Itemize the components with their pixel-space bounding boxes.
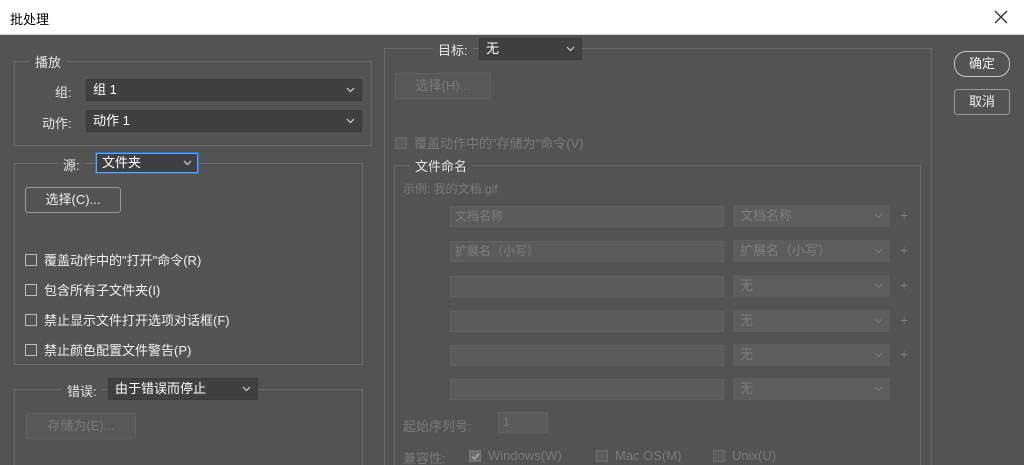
checkbox-label: Windows(W) <box>488 448 562 463</box>
chevron-down-icon <box>874 379 884 399</box>
naming-select-value: 无 <box>740 313 754 328</box>
plus-icon[interactable]: + <box>900 277 908 293</box>
source-label: 源: <box>58 155 85 174</box>
naming-field-5[interactable] <box>450 345 724 366</box>
errors-save-as-button[interactable]: 存储为(E)... <box>26 413 136 439</box>
naming-select-value: 文档名称 <box>740 208 793 223</box>
naming-select-3[interactable]: 无 <box>733 275 890 297</box>
checkbox-label: 覆盖动作中的"打开"命令(R) <box>44 253 202 268</box>
naming-select-6[interactable]: 无 <box>733 378 890 400</box>
chevron-down-icon <box>566 39 576 59</box>
plus-icon[interactable]: + <box>900 346 908 362</box>
override-save-checkbox[interactable]: 覆盖动作中的"存储为"命令(V) <box>395 133 584 152</box>
chevron-down-icon <box>874 241 884 261</box>
checkbox-box[interactable] <box>713 449 725 462</box>
action-select[interactable]: 动作 1 <box>86 110 362 132</box>
serial-input[interactable]: 1 <box>498 412 548 433</box>
file-naming-legend: 文件命名 <box>410 156 473 175</box>
checkbox-label: 包含所有子文件夹(I) <box>44 283 161 298</box>
checkbox-label: 覆盖动作中的"存储为"命令(V) <box>414 136 584 151</box>
serial-label: 起始序列号: <box>403 419 472 434</box>
errors-label: 错误: <box>62 381 102 400</box>
naming-field-2[interactable]: 扩展名（小写） <box>450 241 724 262</box>
naming-select-value: 无 <box>740 381 754 396</box>
override-open-checkbox[interactable]: 覆盖动作中的"打开"命令(R) <box>25 250 201 269</box>
plus-icon[interactable]: + <box>900 207 908 223</box>
chevron-down-icon <box>242 379 252 399</box>
checkmark-icon <box>471 452 480 460</box>
checkbox-box[interactable] <box>25 283 37 296</box>
compat-macos-checkbox[interactable]: Mac OS(M) <box>596 448 681 463</box>
close-icon[interactable] <box>988 4 1014 30</box>
errors-select-value: 由于错误而停止 <box>115 381 207 396</box>
checkbox-label: 禁止颜色配置文件警告(P) <box>44 343 192 358</box>
destination-label: 目标: <box>433 40 473 59</box>
naming-select-4[interactable]: 无 <box>733 310 890 332</box>
chevron-down-icon <box>346 111 356 131</box>
chevron-down-icon <box>874 345 884 365</box>
checkbox-label: 禁止显示文件打开选项对话框(F) <box>44 313 230 328</box>
window-title: 批处理 <box>10 12 50 27</box>
title-bar: 批处理 <box>0 0 1024 35</box>
destination-select-value: 无 <box>486 41 500 56</box>
chevron-down-icon <box>874 206 884 226</box>
checkbox-label: Unix(U) <box>732 448 777 463</box>
naming-example: 示例: 我的文档.gif <box>403 182 498 196</box>
naming-field-6[interactable] <box>450 379 724 400</box>
group-select[interactable]: 组 1 <box>86 79 362 101</box>
naming-select-1[interactable]: 文档名称 <box>733 205 890 227</box>
play-group <box>14 61 372 146</box>
checkbox-label: Mac OS(M) <box>615 448 682 463</box>
naming-select-value: 扩展名（小写） <box>740 243 832 258</box>
destination-choose-button[interactable]: 选择(H)... <box>395 73 491 99</box>
errors-select[interactable]: 由于错误而停止 <box>108 378 258 400</box>
action-select-value: 动作 1 <box>93 113 130 128</box>
checkbox-box[interactable] <box>596 449 608 462</box>
compat-windows-checkbox[interactable]: Windows(W) <box>469 448 562 463</box>
naming-select-value: 无 <box>740 278 754 293</box>
source-select[interactable]: 文件夹 <box>95 152 199 174</box>
checkbox-box[interactable] <box>395 136 407 149</box>
checkbox-box[interactable] <box>469 449 481 462</box>
chevron-down-icon <box>874 276 884 296</box>
cancel-button[interactable]: 取消 <box>954 89 1010 115</box>
group-label: 组: <box>55 85 72 100</box>
destination-select[interactable]: 无 <box>479 38 582 60</box>
source-select-value: 文件夹 <box>102 155 142 170</box>
naming-field-1[interactable]: 文档名称 <box>450 206 724 227</box>
compat-label: 兼容性: <box>403 451 446 465</box>
plus-icon[interactable]: + <box>900 312 908 328</box>
group-select-value: 组 1 <box>93 82 117 97</box>
checkbox-box[interactable] <box>25 313 37 326</box>
action-label: 动作: <box>42 116 72 131</box>
plus-icon[interactable]: + <box>900 242 908 258</box>
chevron-down-icon <box>874 311 884 331</box>
naming-select-5[interactable]: 无 <box>733 344 890 366</box>
naming-field-3[interactable] <box>450 276 724 297</box>
include-subfolders-checkbox[interactable]: 包含所有子文件夹(I) <box>25 280 160 299</box>
naming-select-2[interactable]: 扩展名（小写） <box>733 240 890 262</box>
suppress-color-warnings-checkbox[interactable]: 禁止颜色配置文件警告(P) <box>25 340 191 359</box>
checkbox-box[interactable] <box>25 343 37 356</box>
checkbox-box[interactable] <box>25 253 37 266</box>
compat-unix-checkbox[interactable]: Unix(U) <box>713 448 776 463</box>
play-legend: 播放 <box>30 52 67 71</box>
chevron-down-icon <box>346 80 356 100</box>
chevron-down-icon <box>183 153 193 173</box>
ok-button[interactable]: 确定 <box>954 51 1010 77</box>
naming-select-value: 无 <box>740 347 754 362</box>
naming-field-4[interactable] <box>450 311 724 332</box>
suppress-open-options-checkbox[interactable]: 禁止显示文件打开选项对话框(F) <box>25 310 230 329</box>
source-choose-button[interactable]: 选择(C)... <box>25 187 121 213</box>
